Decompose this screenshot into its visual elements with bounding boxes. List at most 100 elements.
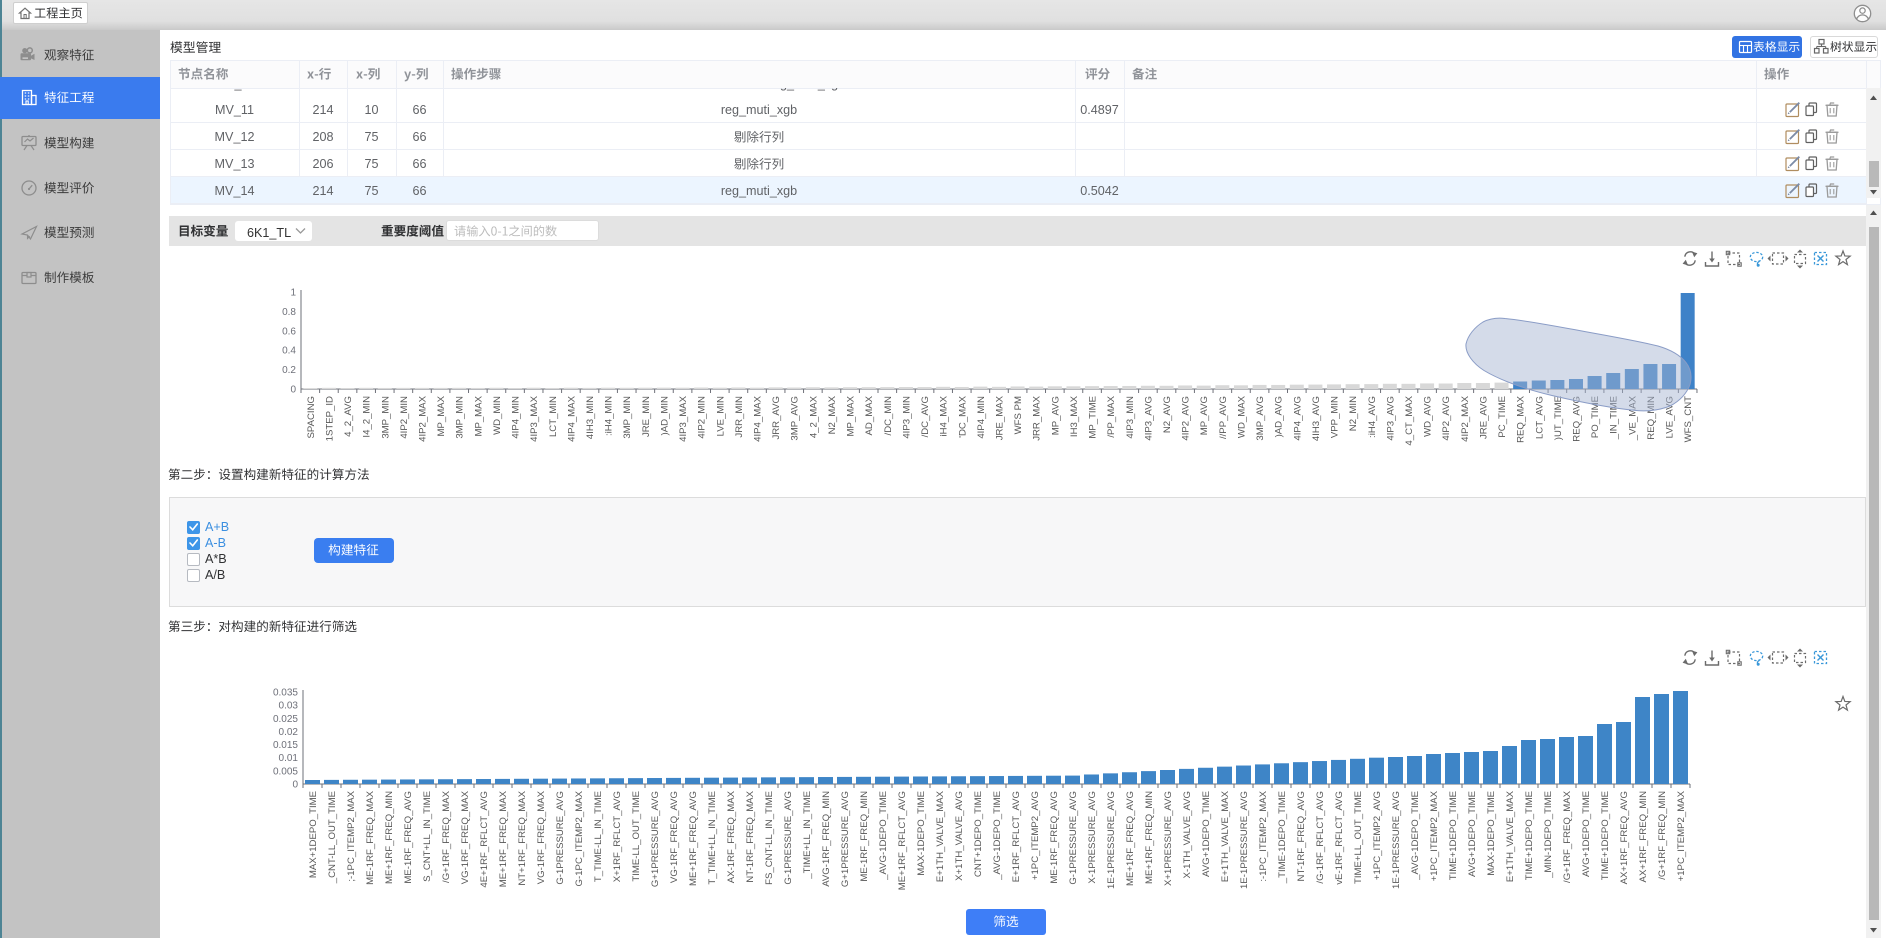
svg-text:N2_MAX: N2_MAX <box>827 395 838 434</box>
svg-text:ME-1RF_FREQ_MIN: ME-1RF_FREQ_MIN <box>859 791 870 882</box>
svg-text:4IP3_MAX: 4IP3_MAX <box>678 395 689 441</box>
svg-text:0.015: 0.015 <box>273 740 298 751</box>
svg-text::iH4_AVG: :iH4_AVG <box>1367 396 1378 438</box>
svg-text:AX-1RF_FREQ_MAX: AX-1RF_FREQ_MAX <box>726 790 737 883</box>
svg-text:4IP2_MAX: 4IP2_MAX <box>1460 395 1471 441</box>
svg-text::iH4_MIN: :iH4_MIN <box>604 396 615 436</box>
svg-text:_AVG-1DEPO_TIME: _AVG-1DEPO_TIME <box>878 791 889 881</box>
svg-text:3MP_AVG: 3MP_AVG <box>1255 396 1266 441</box>
svg-text:E+1TH_VALVE_MAX: E+1TH_VALVE_MAX <box>1220 790 1231 882</box>
svg-text:ME-1RF_FREQ_AVG: ME-1RF_FREQ_AVG <box>403 791 414 884</box>
svg-text:+1PC_ITEMP2_AVG: +1PC_ITEMP2_AVG <box>1372 791 1383 880</box>
svg-text:ME+1RF_FREQ_AVG: ME+1RF_FREQ_AVG <box>1125 791 1136 886</box>
svg-text:JRR_AVG: JRR_AVG <box>771 396 782 440</box>
svg-text:AVG+1DEPO_TIME: AVG+1DEPO_TIME <box>1201 791 1212 877</box>
svg-text:4IP3_MAX: 4IP3_MAX <box>529 395 540 441</box>
svg-text:0.8: 0.8 <box>282 307 296 318</box>
svg-text:vE-1RF_RFLCT_AVG: vE-1RF_RFLCT_AVG <box>1334 791 1345 885</box>
svg-text:TIME+1DEPO_TIME: TIME+1DEPO_TIME <box>1524 791 1535 880</box>
svg-text:4_2_MAX: 4_2_MAX <box>808 395 819 438</box>
svg-text:AX+1RF_FREQ_AVG: AX+1RF_FREQ_AVG <box>1619 791 1630 884</box>
svg-text:/DC_MIN: /DC_MIN <box>883 396 894 436</box>
svg-text:4IH3_AVG: 4IH3_AVG <box>1311 396 1322 441</box>
svg-text:E+1TH_VALVE_MAX: E+1TH_VALVE_MAX <box>935 790 946 882</box>
svg-text:0.2: 0.2 <box>282 365 296 376</box>
svg-text:;-1PC_ITEMP2_MAX: ;-1PC_ITEMP2_MAX <box>346 790 357 881</box>
svg-text:X+1PRESSURE_AVG: X+1PRESSURE_AVG <box>1163 791 1174 886</box>
svg-text:WD_AVG: WD_AVG <box>1423 396 1434 437</box>
svg-text:G+1PRESSURE_AVG: G+1PRESSURE_AVG <box>650 791 661 887</box>
svg-text:TIME+1DEPO_TIME: TIME+1DEPO_TIME <box>1600 791 1611 880</box>
svg-text:4IP4_AVG: 4IP4_AVG <box>1292 396 1303 441</box>
svg-text:)AD_MIN: )AD_MIN <box>659 396 670 436</box>
svg-text:ME+1RF_FREQ_MIN: ME+1RF_FREQ_MIN <box>384 791 395 884</box>
svg-text:/G-1RF_RFLCT_AVG: /G-1RF_RFLCT_AVG <box>1315 791 1326 884</box>
svg-text:JRE_AVG: JRE_AVG <box>1478 396 1489 439</box>
svg-text:_TIME+LL_IN_TIME: _TIME+LL_IN_TIME <box>802 791 813 880</box>
svg-text:WFS PM: WFS PM <box>1013 396 1024 434</box>
svg-text:0: 0 <box>290 385 296 396</box>
svg-text:'DC_MAX: 'DC_MAX <box>957 395 968 437</box>
svg-text:WD_MAX: WD_MAX <box>1236 395 1247 438</box>
svg-text:4IP3_MIN: 4IP3_MIN <box>901 396 912 439</box>
svg-text:LVE_MIN: LVE_MIN <box>715 396 726 436</box>
svg-text:0.02: 0.02 <box>279 727 299 738</box>
svg-text:3MP_MIN: 3MP_MIN <box>622 396 633 439</box>
svg-text:E+1TH_VALVE_MAX: E+1TH_VALVE_MAX <box>1505 790 1516 882</box>
svg-text:G-1PC_ITEMP2_MAX: G-1PC_ITEMP2_MAX <box>574 790 585 886</box>
svg-text:AVG+1DEPO_TIME: AVG+1DEPO_TIME <box>1581 791 1592 877</box>
svg-text:NT-1RF_FREQ_MAX: NT-1RF_FREQ_MAX <box>745 790 756 882</box>
svg-text:JRR_MIN: JRR_MIN <box>734 396 745 438</box>
svg-text:4IP2_AVG: 4IP2_AVG <box>1181 396 1192 441</box>
svg-text:ME-1RF_FREQ_MAX: ME-1RF_FREQ_MAX <box>365 790 376 884</box>
svg-text:4IP2_MIN: 4IP2_MIN <box>399 396 410 439</box>
svg-text:1E-1PRESSURE_AVG: 1E-1PRESSURE_AVG <box>1106 791 1117 889</box>
svg-text:1E-1PRESSURE_AVG: 1E-1PRESSURE_AVG <box>1391 791 1402 889</box>
svg-text:ME+1RF_RFLCT_AVG: ME+1RF_RFLCT_AVG <box>897 791 908 890</box>
svg-text::-1PC_ITEMP2_MAX: :-1PC_ITEMP2_MAX <box>1258 790 1269 881</box>
svg-text:LCT_MIN: LCT_MIN <box>548 396 559 437</box>
svg-text:0.03: 0.03 <box>279 701 299 712</box>
svg-text:MP_AVG: MP_AVG <box>1050 396 1061 435</box>
svg-text:ME-1RF_FREQ_AVG: ME-1RF_FREQ_AVG <box>1049 791 1060 884</box>
svg-text:_AVG-1DEPO_TIME: _AVG-1DEPO_TIME <box>1410 791 1421 881</box>
svg-text:4_CT_MAX: 4_CT_MAX <box>1404 395 1415 445</box>
svg-text:MAX-1DEPO_TIME: MAX-1DEPO_TIME <box>916 791 927 876</box>
svg-text:4E+1RF_RFLCT_AVG: 4E+1RF_RFLCT_AVG <box>479 791 490 888</box>
svg-text:TIME-LL_OUT_TIME: TIME-LL_OUT_TIME <box>631 791 642 882</box>
svg-text:VG-1RF_FREQ_MAX: VG-1RF_FREQ_MAX <box>460 790 471 884</box>
svg-text:/DC_AVG: /DC_AVG <box>920 396 931 437</box>
svg-text:E+1RF_RFLCT_AVG: E+1RF_RFLCT_AVG <box>1011 791 1022 882</box>
svg-text:LCT_AVG: LCT_AVG <box>1534 396 1545 439</box>
svg-text:4IP2_AVG: 4IP2_AVG <box>1441 396 1452 441</box>
svg-text:4IP4_MAX: 4IP4_MAX <box>566 395 577 441</box>
svg-text:JRR_MAX: JRR_MAX <box>1032 395 1043 440</box>
svg-text:G-1PRESSURE_AVG: G-1PRESSURE_AVG <box>1068 791 1079 885</box>
svg-text:JRE_MIN: JRE_MIN <box>641 396 652 437</box>
svg-text:CNT+1DEPO_TIME: CNT+1DEPO_TIME <box>973 791 984 877</box>
svg-text:3MP_MIN: 3MP_MIN <box>380 396 391 439</box>
svg-text:I4_2_MIN: I4_2_MIN <box>362 396 373 438</box>
svg-text:/G+1RF_FREQ_MAX: /G+1RF_FREQ_MAX <box>441 790 452 883</box>
svg-text:_CNT-LL_OUT_TIME: _CNT-LL_OUT_TIME <box>327 791 338 884</box>
svg-text:+1PC_ITEMP2_MAX: +1PC_ITEMP2_MAX <box>1676 790 1687 881</box>
svg-text:T_TIME-LL_IN_TIME: T_TIME-LL_IN_TIME <box>593 791 604 882</box>
svg-text:VPP_MIN: VPP_MIN <box>1330 396 1341 438</box>
svg-text:/PP_MAX: /PP_MAX <box>1106 395 1117 437</box>
svg-text:3MP_MIN: 3MP_MIN <box>455 396 466 439</box>
svg-text:REQ_MAX: REQ_MAX <box>1516 395 1527 443</box>
svg-text:TIME+LL_OUT_TIME: TIME+LL_OUT_TIME <box>1353 791 1364 884</box>
svg-text:PC_TIME: PC_TIME <box>1497 396 1508 438</box>
svg-text:4IP3_MIN: 4IP3_MIN <box>1125 396 1136 439</box>
svg-text:0: 0 <box>292 780 298 791</box>
svg-text:WFS_CNT: WFS_CNT <box>1683 396 1694 443</box>
svg-text:4IP4_MIN: 4IP4_MIN <box>511 396 522 439</box>
svg-text:4IP3_AVG: 4IP3_AVG <box>1385 396 1396 441</box>
svg-text:1E-1PRESSURE_AVG: 1E-1PRESSURE_AVG <box>1239 791 1250 889</box>
svg-text:0.025: 0.025 <box>273 714 298 725</box>
svg-text:/G+1RF_FREQ_MIN: /G+1RF_FREQ_MIN <box>1657 791 1668 880</box>
svg-text:REQ_AVG: REQ_AVG <box>1571 396 1582 442</box>
svg-text:4IH3_MIN: 4IH3_MIN <box>585 396 596 439</box>
svg-text:_AVG-1DEPO_TIME: _AVG-1DEPO_TIME <box>992 791 1003 881</box>
svg-text:AVG-1RF_FREQ_MIN: AVG-1RF_FREQ_MIN <box>821 791 832 887</box>
